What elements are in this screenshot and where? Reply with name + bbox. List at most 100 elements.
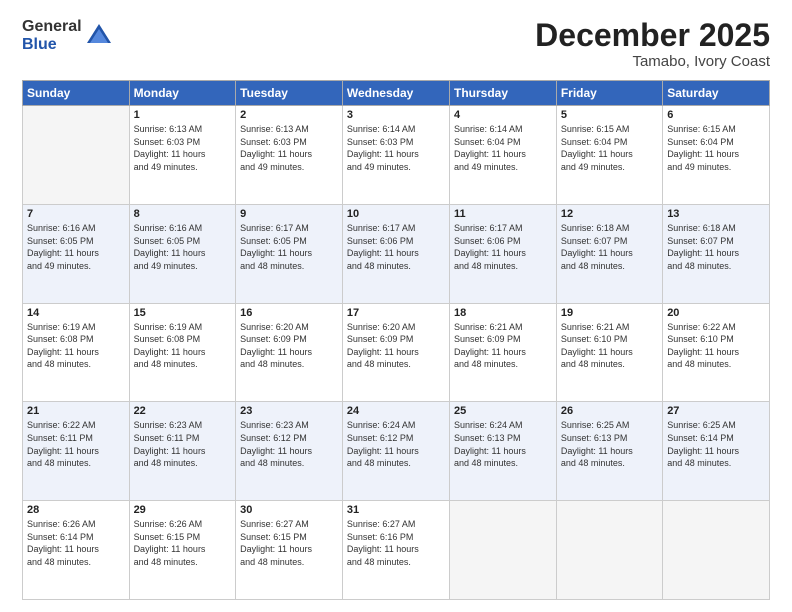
daylight-line1: Daylight: 11 hours	[667, 148, 765, 161]
daylight-line2: and 48 minutes.	[454, 358, 552, 371]
daylight-line1: Daylight: 11 hours	[240, 543, 338, 556]
sunset-text: Sunset: 6:12 PM	[347, 432, 445, 445]
sunrise-text: Sunrise: 6:21 AM	[561, 321, 658, 334]
table-cell: 7Sunrise: 6:16 AMSunset: 6:05 PMDaylight…	[23, 204, 130, 303]
sunset-text: Sunset: 6:13 PM	[454, 432, 552, 445]
daylight-line2: and 48 minutes.	[667, 358, 765, 371]
day-info: Sunrise: 6:17 AMSunset: 6:06 PMDaylight:…	[454, 222, 552, 272]
title-area: December 2025 Tamabo, Ivory Coast	[535, 18, 770, 70]
month-title: December 2025	[535, 18, 770, 53]
sunset-text: Sunset: 6:15 PM	[240, 531, 338, 544]
sunrise-text: Sunrise: 6:17 AM	[240, 222, 338, 235]
daylight-line1: Daylight: 11 hours	[134, 543, 232, 556]
table-cell: 18Sunrise: 6:21 AMSunset: 6:09 PMDayligh…	[450, 303, 557, 402]
daylight-line2: and 49 minutes.	[134, 260, 232, 273]
daylight-line2: and 48 minutes.	[561, 260, 658, 273]
day-number: 11	[454, 208, 552, 220]
day-info: Sunrise: 6:20 AMSunset: 6:09 PMDaylight:…	[240, 321, 338, 371]
table-cell: 31 Sunrise: 6:27 AMSunset: 6:16 PMDayligh…	[342, 501, 449, 600]
day-info: Sunrise: 6:13 AMSunset: 6:03 PMDaylight:…	[240, 123, 338, 173]
daylight-line1: Daylight: 11 hours	[134, 247, 232, 260]
day-number: 14	[27, 307, 125, 319]
daylight-line2: and 48 minutes.	[347, 556, 445, 569]
sunrise-text: Sunrise: 6:19 AM	[27, 321, 125, 334]
daylight-line1: Daylight: 11 hours	[454, 445, 552, 458]
daylight-line2: and 48 minutes.	[454, 457, 552, 470]
day-number: 31	[347, 504, 445, 516]
daylight-line1: Daylight: 11 hours	[454, 148, 552, 161]
sunrise-text: Sunrise: 6:24 AM	[347, 419, 445, 432]
logo-icon	[84, 21, 114, 51]
sunset-text: Sunset: 6:11 PM	[27, 432, 125, 445]
table-cell: 26Sunrise: 6:25 AMSunset: 6:13 PMDayligh…	[556, 402, 662, 501]
day-info: Sunrise: 6:19 AMSunset: 6:08 PMDaylight:…	[134, 321, 232, 371]
daylight-line2: and 48 minutes.	[134, 556, 232, 569]
calendar-week-row: 28Sunrise: 6:26 AMSunset: 6:14 PMDayligh…	[23, 501, 770, 600]
daylight-line1: Daylight: 11 hours	[561, 445, 658, 458]
daylight-line1: Daylight: 11 hours	[667, 346, 765, 359]
sunset-text: Sunset: 6:04 PM	[454, 136, 552, 149]
day-number: 12	[561, 208, 658, 220]
table-cell	[450, 501, 557, 600]
day-info: Sunrise: 6:16 AMSunset: 6:05 PMDaylight:…	[134, 222, 232, 272]
daylight-line2: and 48 minutes.	[667, 457, 765, 470]
table-cell	[663, 501, 770, 600]
table-cell: 4Sunrise: 6:14 AMSunset: 6:04 PMDaylight…	[450, 106, 557, 205]
daylight-line1: Daylight: 11 hours	[27, 445, 125, 458]
day-info: Sunrise: 6:25 AMSunset: 6:14 PMDaylight:…	[667, 419, 765, 469]
table-cell: 15Sunrise: 6:19 AMSunset: 6:08 PMDayligh…	[129, 303, 236, 402]
day-info: Sunrise: 6:18 AMSunset: 6:07 PMDaylight:…	[561, 222, 658, 272]
day-info: Sunrise: 6:14 AMSunset: 6:04 PMDaylight:…	[454, 123, 552, 173]
sunrise-text: Sunrise: 6:20 AM	[347, 321, 445, 334]
day-number: 27	[667, 405, 765, 417]
day-number: 17	[347, 307, 445, 319]
table-cell: 1Sunrise: 6:13 AMSunset: 6:03 PMDaylight…	[129, 106, 236, 205]
daylight-line1: Daylight: 11 hours	[27, 247, 125, 260]
day-info: Sunrise: 6:25 AMSunset: 6:13 PMDaylight:…	[561, 419, 658, 469]
day-number: 13	[667, 208, 765, 220]
day-number: 23	[240, 405, 338, 417]
table-cell: 10Sunrise: 6:17 AMSunset: 6:06 PMDayligh…	[342, 204, 449, 303]
daylight-line1: Daylight: 11 hours	[240, 346, 338, 359]
table-cell: 23Sunrise: 6:23 AMSunset: 6:12 PMDayligh…	[236, 402, 343, 501]
daylight-line1: Daylight: 11 hours	[240, 148, 338, 161]
table-cell: 29Sunrise: 6:26 AMSunset: 6:15 PMDayligh…	[129, 501, 236, 600]
day-number: 16	[240, 307, 338, 319]
daylight-line1: Daylight: 11 hours	[347, 543, 445, 556]
sunrise-text: Sunrise: 6:17 AM	[454, 222, 552, 235]
day-info: Sunrise: 6:18 AMSunset: 6:07 PMDaylight:…	[667, 222, 765, 272]
sunset-text: Sunset: 6:16 PM	[347, 531, 445, 544]
col-thursday: Thursday	[450, 81, 557, 106]
day-info: Sunrise: 6:21 AMSunset: 6:09 PMDaylight:…	[454, 321, 552, 371]
calendar-week-row: 14 Sunrise: 6:19 AMSunset: 6:08 PMDayligh…	[23, 303, 770, 402]
table-cell: 28Sunrise: 6:26 AMSunset: 6:14 PMDayligh…	[23, 501, 130, 600]
sunrise-text: Sunrise: 6:18 AM	[561, 222, 658, 235]
day-info: Sunrise: 6:27 AMSunset: 6:16 PMDaylight:…	[347, 518, 445, 568]
sunrise-text: Sunrise: 6:14 AM	[347, 123, 445, 136]
daylight-line1: Daylight: 11 hours	[27, 346, 125, 359]
day-number: 6	[667, 109, 765, 121]
sunrise-text: Sunrise: 6:24 AM	[454, 419, 552, 432]
page: General Blue December 2025 Tamabo, Ivory…	[0, 0, 792, 612]
daylight-line2: and 48 minutes.	[240, 260, 338, 273]
sunset-text: Sunset: 6:03 PM	[134, 136, 232, 149]
daylight-line2: and 48 minutes.	[347, 260, 445, 273]
table-cell: 12 Sunrise: 6:18 AMSunset: 6:07 PMDayligh…	[556, 204, 662, 303]
day-number: 20	[667, 307, 765, 319]
daylight-line1: Daylight: 11 hours	[561, 148, 658, 161]
daylight-line1: Daylight: 11 hours	[134, 346, 232, 359]
daylight-line2: and 49 minutes.	[561, 161, 658, 174]
day-info: Sunrise: 6:24 AMSunset: 6:12 PMDaylight:…	[347, 419, 445, 469]
sunrise-text: Sunrise: 6:15 AM	[667, 123, 765, 136]
day-number: 7	[27, 208, 125, 220]
sunset-text: Sunset: 6:05 PM	[27, 235, 125, 248]
daylight-line2: and 48 minutes.	[667, 260, 765, 273]
daylight-line2: and 48 minutes.	[240, 556, 338, 569]
day-number: 5	[561, 109, 658, 121]
daylight-line1: Daylight: 11 hours	[347, 346, 445, 359]
sunset-text: Sunset: 6:09 PM	[240, 333, 338, 346]
daylight-line1: Daylight: 11 hours	[347, 148, 445, 161]
logo-area: General Blue	[22, 18, 114, 55]
table-cell: 21Sunrise: 6:22 AMSunset: 6:11 PMDayligh…	[23, 402, 130, 501]
day-number: 22	[134, 405, 232, 417]
